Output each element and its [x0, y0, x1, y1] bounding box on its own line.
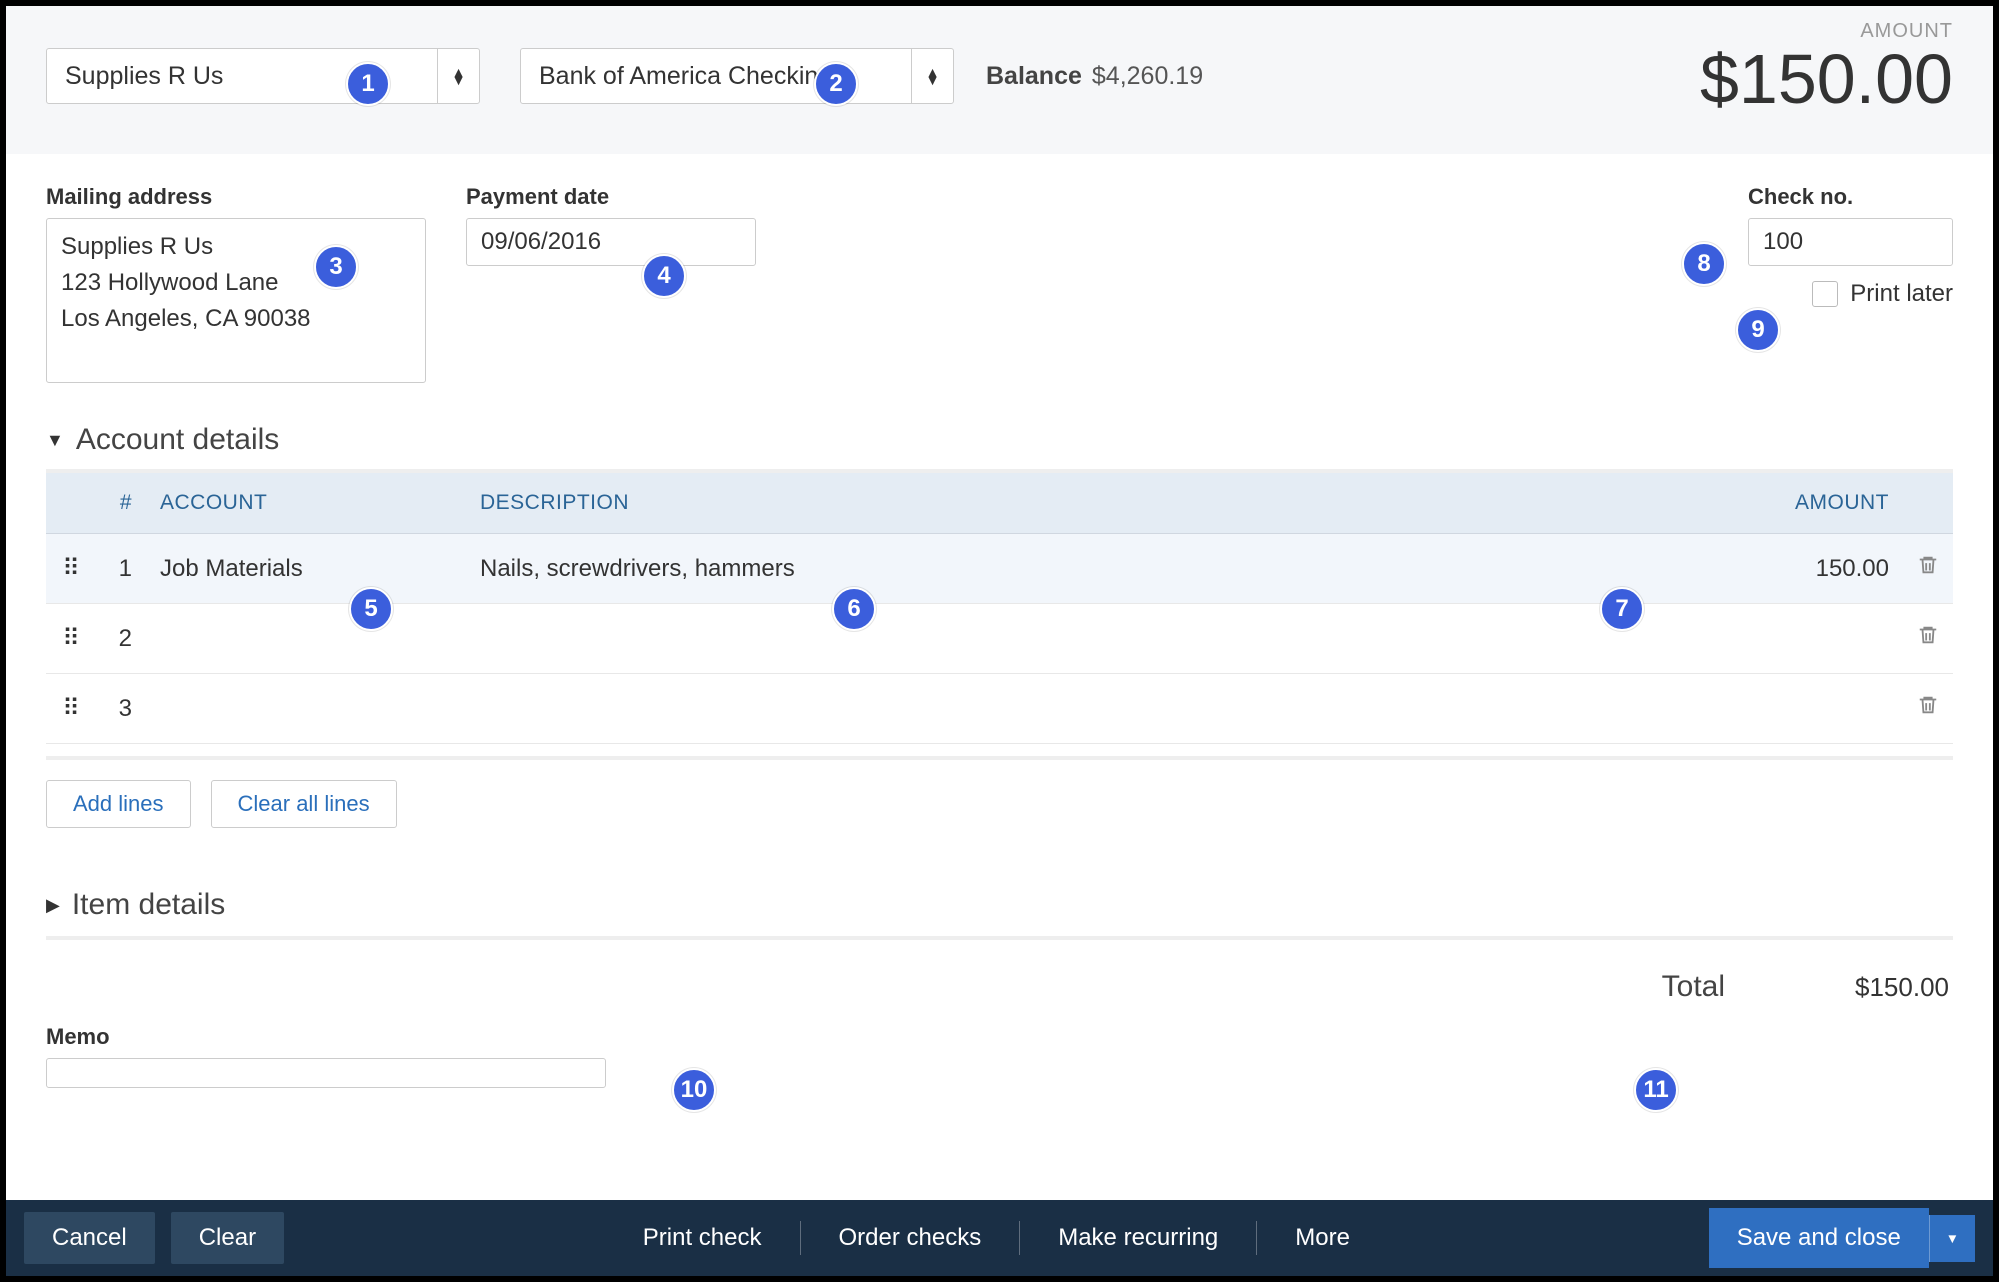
total-label: Total — [1662, 970, 1725, 1004]
col-drag — [46, 473, 96, 534]
col-description: DESCRIPTION — [466, 473, 1723, 534]
caret-down-icon: ▼ — [46, 430, 64, 451]
col-delete — [1903, 473, 1953, 534]
payment-date-block: Payment date — [466, 184, 756, 383]
bank-account-dropdown[interactable]: Bank of America Checking ▲▼ — [520, 48, 954, 104]
header-bar: Supplies R Us ▲▼ Bank of America Checkin… — [6, 6, 1993, 154]
account-details-table: # ACCOUNT DESCRIPTION AMOUNT ⠿ 1 Job Mat… — [46, 473, 1953, 744]
print-later-checkbox[interactable] — [1812, 281, 1838, 307]
row-amount[interactable] — [1723, 674, 1903, 744]
bank-account-dropdown-toggle[interactable]: ▲▼ — [911, 49, 953, 103]
account-details-header[interactable]: ▼ Account details — [46, 423, 1953, 457]
row-description[interactable] — [466, 604, 1723, 674]
balance-label: Balance — [986, 62, 1082, 91]
mailing-address-label: Mailing address — [46, 184, 426, 210]
row-amount[interactable] — [1723, 604, 1903, 674]
row-num: 3 — [96, 674, 146, 744]
cancel-button[interactable]: Cancel — [24, 1212, 155, 1264]
updown-icon: ▲▼ — [926, 68, 940, 84]
row-account[interactable] — [146, 604, 466, 674]
row-num: 1 — [96, 534, 146, 604]
payee-dropdown-toggle[interactable]: ▲▼ — [437, 49, 479, 103]
row-description[interactable]: Nails, screwdrivers, hammers — [466, 534, 1723, 604]
item-details-title: Item details — [72, 888, 225, 922]
save-and-close-button[interactable]: Save and close — [1709, 1208, 1929, 1268]
print-later-label: Print later — [1850, 280, 1953, 308]
table-row[interactable]: ⠿ 1 Job Materials Nails, screwdrivers, h… — [46, 534, 1953, 604]
row-account[interactable] — [146, 674, 466, 744]
divider — [800, 1221, 801, 1255]
table-row[interactable]: ⠿ 3 — [46, 674, 1953, 744]
clear-button[interactable]: Clear — [171, 1212, 284, 1264]
row-account[interactable]: Job Materials — [146, 534, 466, 604]
trash-icon — [1917, 554, 1939, 583]
print-check-link[interactable]: Print check — [615, 1224, 790, 1252]
clear-all-lines-button[interactable]: Clear all lines — [211, 780, 397, 828]
col-amount: AMOUNT — [1723, 473, 1903, 534]
drag-handle-icon[interactable]: ⠿ — [46, 674, 96, 744]
memo-label: Memo — [46, 1024, 1953, 1050]
row-amount[interactable]: 150.00 — [1723, 534, 1903, 604]
delete-row-button[interactable] — [1903, 534, 1953, 604]
col-num: # — [96, 473, 146, 534]
check-no-input[interactable] — [1748, 218, 1953, 266]
updown-icon: ▲▼ — [452, 68, 466, 84]
mailing-address-input[interactable]: Supplies R Us 123 Hollywood Lane Los Ang… — [46, 218, 426, 383]
bank-account-value: Bank of America Checking — [521, 62, 911, 91]
row-num: 2 — [96, 604, 146, 674]
row-description[interactable] — [466, 674, 1723, 744]
divider — [46, 936, 1953, 940]
drag-handle-icon[interactable]: ⠿ — [46, 604, 96, 674]
order-checks-link[interactable]: Order checks — [811, 1224, 1010, 1252]
table-row[interactable]: ⠿ 2 — [46, 604, 1953, 674]
item-details-header[interactable]: ▶ Item details — [46, 888, 1953, 922]
mailing-address-block: Mailing address Supplies R Us 123 Hollyw… — [46, 184, 426, 383]
payment-date-input[interactable] — [466, 218, 756, 266]
footer-bar: Cancel Clear Print check Order checks Ma… — [6, 1200, 1993, 1276]
drag-handle-icon[interactable]: ⠿ — [46, 534, 96, 604]
amount-value: $150.00 — [1700, 39, 1953, 119]
caret-right-icon: ▶ — [46, 895, 60, 916]
make-recurring-link[interactable]: Make recurring — [1030, 1224, 1246, 1252]
memo-input[interactable] — [46, 1058, 606, 1088]
total-value: $150.00 — [1855, 972, 1949, 1003]
balance-value: $4,260.19 — [1092, 62, 1203, 91]
account-details-title: Account details — [76, 423, 279, 457]
payee-value: Supplies R Us — [47, 62, 437, 91]
divider — [1256, 1221, 1257, 1255]
check-no-label: Check no. — [1748, 184, 1953, 210]
payee-dropdown[interactable]: Supplies R Us ▲▼ — [46, 48, 480, 104]
more-link[interactable]: More — [1267, 1224, 1378, 1252]
trash-icon — [1917, 694, 1939, 723]
amount-display: AMOUNT $150.00 — [1700, 20, 1953, 119]
check-no-block: Check no. Print later — [1748, 184, 1953, 383]
divider — [1019, 1221, 1020, 1255]
delete-row-button[interactable] — [1903, 674, 1953, 744]
delete-row-button[interactable] — [1903, 604, 1953, 674]
add-lines-button[interactable]: Add lines — [46, 780, 191, 828]
divider — [46, 756, 1953, 760]
save-dropdown-toggle[interactable]: ▼ — [1929, 1215, 1975, 1262]
col-account: ACCOUNT — [146, 473, 466, 534]
payment-date-label: Payment date — [466, 184, 756, 210]
trash-icon — [1917, 624, 1939, 653]
